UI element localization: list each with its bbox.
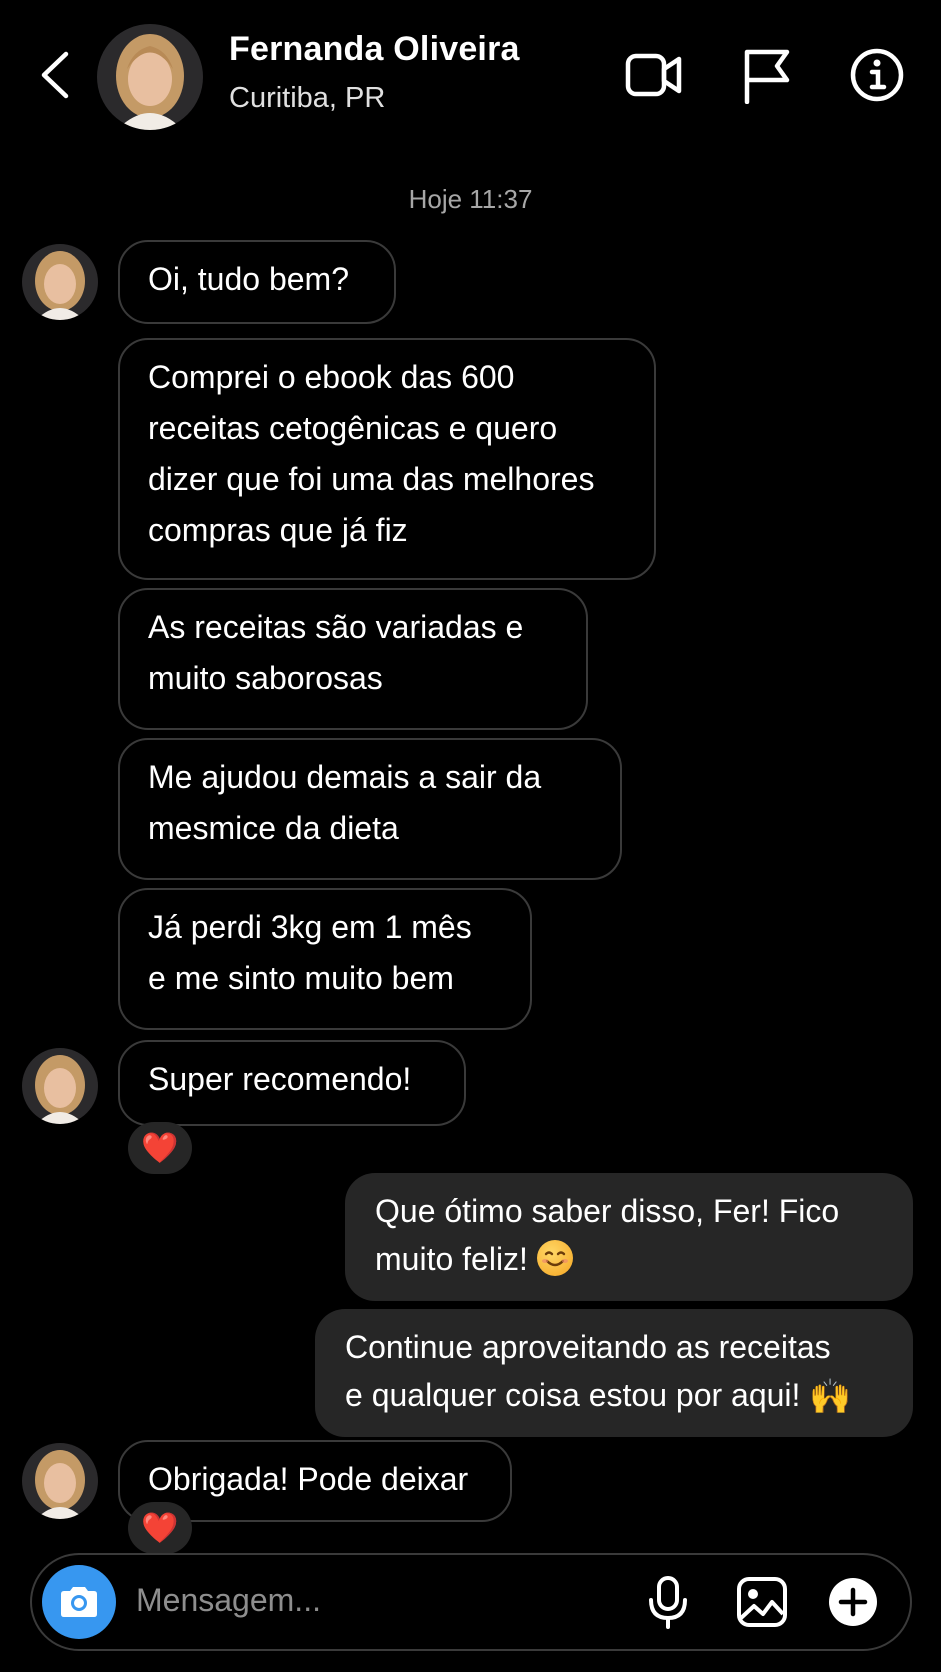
camera-button[interactable] bbox=[42, 1565, 116, 1639]
heart-icon: ❤️ bbox=[141, 1511, 179, 1545]
message-text: muito saborosas bbox=[148, 660, 383, 696]
chevron-left-icon bbox=[41, 51, 69, 99]
message-text: e qualquer coisa estou por aqui! bbox=[345, 1377, 801, 1413]
video-call-icon bbox=[625, 53, 682, 97]
message-bubble-incoming[interactable]: Me ajudou demais a sair da mesmice da di… bbox=[118, 738, 622, 880]
flag-icon bbox=[744, 49, 790, 105]
avatar-photo bbox=[22, 1048, 98, 1124]
message-bubble-incoming[interactable]: Super recomendo! bbox=[118, 1040, 466, 1126]
back-button[interactable] bbox=[36, 48, 76, 102]
message-bubble-outgoing[interactable]: Que ótimo saber disso, Fer! Fico muito f… bbox=[345, 1173, 913, 1301]
message-input[interactable]: Mensagem... bbox=[136, 1582, 321, 1619]
plus-icon bbox=[829, 1578, 877, 1626]
message-text: dizer que foi uma das melhores bbox=[148, 461, 595, 497]
message-text: As receitas são variadas e bbox=[148, 609, 524, 645]
info-button[interactable] bbox=[846, 46, 908, 104]
message-text: Comprei o ebook das 600 bbox=[148, 359, 515, 395]
contact-location: Curitiba, PR bbox=[229, 82, 386, 114]
avatar-photo bbox=[22, 1443, 98, 1519]
message-text: Já perdi 3kg em 1 mês bbox=[148, 909, 472, 945]
message-text: compras que já fiz bbox=[148, 512, 408, 548]
heart-reaction[interactable]: ❤️ bbox=[128, 1502, 192, 1554]
message-bubble-incoming[interactable]: As receitas são variadas e muito saboros… bbox=[118, 588, 588, 730]
message-line: muito feliz! bbox=[375, 1235, 883, 1283]
message-text: e me sinto muito bem bbox=[148, 960, 454, 996]
message-line: e qualquer coisa estou por aqui! 🙌 bbox=[345, 1371, 883, 1421]
voice-message-button[interactable] bbox=[640, 1574, 696, 1630]
info-icon bbox=[850, 48, 904, 102]
heart-reaction[interactable]: ❤️ bbox=[128, 1122, 192, 1174]
message-text: Continue aproveitando as receitas bbox=[345, 1329, 831, 1365]
sender-avatar[interactable] bbox=[22, 244, 98, 320]
message-text: muito feliz! bbox=[375, 1241, 528, 1277]
camera-icon bbox=[61, 1587, 97, 1617]
message-text: Obrigada! Pode deixar bbox=[148, 1461, 469, 1497]
sender-avatar[interactable] bbox=[22, 1443, 98, 1519]
sender-avatar[interactable] bbox=[22, 1048, 98, 1124]
contact-name: Fernanda Oliveira bbox=[229, 30, 520, 68]
report-button[interactable] bbox=[735, 46, 797, 105]
message-bubble-incoming[interactable]: Já perdi 3kg em 1 mês e me sinto muito b… bbox=[118, 888, 532, 1030]
message-text: Me ajudou demais a sair da bbox=[148, 759, 542, 795]
microphone-icon bbox=[649, 1576, 687, 1629]
message-bubble-outgoing[interactable]: Continue aproveitando as receitas e qual… bbox=[315, 1309, 913, 1437]
heart-icon: ❤️ bbox=[141, 1131, 179, 1165]
message-bubble-incoming[interactable]: Oi, tudo bem? bbox=[118, 240, 396, 324]
video-call-button[interactable] bbox=[623, 46, 685, 104]
raising-hands-icon: 🙌 bbox=[809, 1378, 852, 1416]
message-text: Super recomendo! bbox=[148, 1061, 412, 1097]
avatar-photo bbox=[22, 244, 98, 320]
message-text: Oi, tudo bem? bbox=[148, 261, 349, 297]
smiling-face-icon bbox=[536, 1240, 573, 1276]
avatar-photo bbox=[97, 24, 203, 130]
message-text: mesmice da dieta bbox=[148, 810, 399, 846]
add-content-button[interactable] bbox=[825, 1574, 881, 1630]
message-text: receitas cetogênicas e quero bbox=[148, 410, 558, 446]
message-text: Que ótimo saber disso, Fer! Fico bbox=[375, 1193, 840, 1229]
conversation-timestamp: Hoje 11:37 bbox=[408, 184, 533, 214]
contact-avatar[interactable] bbox=[97, 24, 203, 130]
gallery-icon bbox=[737, 1577, 787, 1627]
gallery-button[interactable] bbox=[734, 1574, 790, 1630]
message-bubble-incoming[interactable]: Comprei o ebook das 600 receitas cetogên… bbox=[118, 338, 656, 580]
